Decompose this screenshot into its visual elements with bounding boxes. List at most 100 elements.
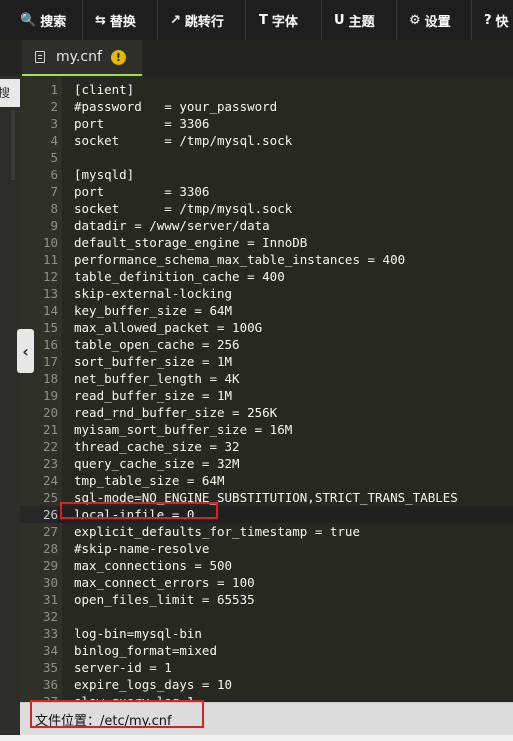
code-line[interactable]: 30 max_connect_errors = 100 — [20, 574, 513, 591]
tab-my-cnf[interactable]: my.cnf ! — [22, 40, 142, 76]
toolbar-theme-button[interactable]: U 主题 — [334, 0, 375, 40]
line-text: sort_buffer_size = 1M — [74, 354, 233, 369]
line-text: skip-external-locking — [74, 286, 233, 301]
line-number: 22 — [42, 439, 58, 454]
font-icon: T — [259, 12, 268, 28]
line-text: max_connections = 500 — [74, 558, 233, 573]
line-text: socket = /tmp/mysql.sock — [74, 133, 293, 148]
line-number: 4 — [50, 133, 58, 148]
line-number: 27 — [42, 524, 58, 539]
toolbar-theme-label: 主题 — [348, 14, 375, 30]
code-line[interactable]: 35 server-id = 1 — [20, 659, 513, 676]
code-line[interactable]: 18 net_buffer_length = 4K — [20, 370, 513, 387]
line-number: 24 — [42, 473, 58, 488]
code-line[interactable]: 10 default_storage_engine = InnoDB — [20, 234, 513, 251]
code-line[interactable]: 31 open_files_limit = 65535 — [20, 591, 513, 608]
line-text: net_buffer_length = 4K — [74, 371, 240, 386]
code-line[interactable]: 11 performance_schema_max_table_instances… — [20, 251, 513, 268]
code-line[interactable]: 24 tmp_table_size = 64M — [20, 472, 513, 489]
sidebar-scrollbar[interactable] — [11, 110, 15, 180]
code-line[interactable]: 1 [client] — [20, 81, 513, 98]
code-line[interactable]: 32 — [20, 608, 513, 625]
toolbar-search-button[interactable]: 🔍 搜索 — [20, 0, 66, 40]
code-line[interactable]: 13 skip-external-locking — [20, 285, 513, 302]
code-line[interactable]: 12 table_definition_cache = 400 — [20, 268, 513, 285]
line-number: 19 — [42, 388, 58, 403]
code-line[interactable]: 22 thread_cache_size = 32 — [20, 438, 513, 455]
toolbar-replace-label: 替换 — [109, 14, 136, 30]
line-number: 8 — [50, 201, 58, 216]
line-number: 20 — [42, 405, 58, 420]
code-line[interactable]: 6 [mysqld] — [20, 166, 513, 183]
code-line[interactable]: 4 socket = /tmp/mysql.sock — [20, 132, 513, 149]
code-line[interactable]: 28 #skip-name-resolve — [20, 540, 513, 557]
toolbar-goto-line-button[interactable]: ↗ 跳转行 — [170, 0, 224, 40]
line-number: 13 — [42, 286, 58, 301]
toolbar-goto-line-label: 跳转行 — [184, 14, 224, 30]
help-icon: ? — [484, 12, 492, 28]
line-number: 23 — [42, 456, 58, 471]
line-text: log-bin=mysql-bin — [74, 626, 202, 641]
line-text: socket = /tmp/mysql.sock — [74, 201, 293, 216]
toolbar-search-label: 搜索 — [40, 14, 67, 30]
line-text: table_definition_cache = 400 — [74, 269, 285, 284]
editor-toolbar: 🔍 搜索 ⇆ 替换 ↗ 跳转行 T 字体 U 主题 ⚙ 设置 ? 快 — [0, 0, 513, 41]
line-number: 3 — [50, 116, 58, 131]
toolbar-shortcuts-label: 快 — [495, 14, 509, 30]
line-number: 11 — [42, 252, 58, 267]
replace-icon: ⇆ — [95, 12, 106, 28]
code-line[interactable]: 20 read_rnd_buffer_size = 256K — [20, 404, 513, 421]
line-text: read_buffer_size = 1M — [74, 388, 233, 403]
code-line[interactable]: 15 max_allowed_packet = 100G — [20, 319, 513, 336]
line-number: 5 — [50, 150, 58, 165]
code-line[interactable]: 16 table_open_cache = 256 — [20, 336, 513, 353]
code-line[interactable]: 14 key_buffer_size = 64M — [20, 302, 513, 319]
line-number: 31 — [42, 592, 58, 607]
line-number: 33 — [42, 626, 58, 641]
code-line[interactable]: 23 query_cache_size = 32M — [20, 455, 513, 472]
code-line[interactable]: 19 read_buffer_size = 1M — [20, 387, 513, 404]
line-text: expire_logs_days = 10 — [74, 677, 233, 692]
line-number: 10 — [42, 235, 58, 250]
annotation-highlight-file-location — [30, 700, 204, 728]
line-text: datadir = /www/server/data — [74, 218, 270, 233]
code-line[interactable]: 34 binlog_format=mixed — [20, 642, 513, 659]
jump-icon: ↗ — [170, 12, 181, 28]
gear-icon: ⚙ — [409, 12, 421, 28]
toolbar-settings-button[interactable]: ⚙ 设置 — [409, 0, 451, 40]
line-text: max_connect_errors = 100 — [74, 575, 255, 590]
sidebar-search-tab[interactable]: 搜索 — [0, 79, 20, 107]
code-lines: 1 [client] 2 #password = your_password 3 port… — [20, 81, 513, 702]
code-line[interactable]: 5 — [20, 149, 513, 166]
code-line[interactable]: 17 sort_buffer_size = 1M — [20, 353, 513, 370]
line-text: query_cache_size = 32M — [74, 456, 240, 471]
code-line[interactable]: 3 port = 3306 — [20, 115, 513, 132]
code-line[interactable]: 9 datadir = /www/server/data — [20, 217, 513, 234]
line-text: binlog_format=mixed — [74, 643, 217, 658]
line-text: performance_schema_max_table_instances =… — [74, 252, 406, 267]
toolbar-shortcuts-button[interactable]: ? 快 — [484, 0, 509, 40]
line-number: 12 — [42, 269, 58, 284]
line-number: 21 — [42, 422, 58, 437]
code-line[interactable]: 27 explicit_defaults_for_timestamp = true — [20, 523, 513, 540]
code-line[interactable]: 29 max_connections = 500 — [20, 557, 513, 574]
line-number: 36 — [42, 677, 58, 692]
line-number: 14 — [42, 303, 58, 318]
line-text: max_allowed_packet = 100G — [74, 320, 263, 335]
line-text: port = 3306 — [74, 184, 210, 199]
line-number: 25 — [42, 490, 58, 505]
code-line[interactable]: 21 myisam_sort_buffer_size = 16M — [20, 421, 513, 438]
line-text: table_open_cache = 256 — [74, 337, 240, 352]
code-line[interactable]: 33 log-bin=mysql-bin — [20, 625, 513, 642]
toolbar-replace-button[interactable]: ⇆ 替换 — [95, 0, 136, 40]
toolbar-settings-label: 设置 — [424, 14, 451, 30]
line-text: [mysqld] — [74, 167, 135, 182]
collapse-sidebar-button[interactable]: ‹ — [17, 329, 34, 373]
code-line[interactable]: 8 socket = /tmp/mysql.sock — [20, 200, 513, 217]
code-line[interactable]: 36 expire_logs_days = 10 — [20, 676, 513, 693]
code-line[interactable]: 7 port = 3306 — [20, 183, 513, 200]
code-editor[interactable]: 1 [client] 2 #password = your_password 3 port… — [20, 76, 513, 702]
code-line[interactable]: 2 #password = your_password — [20, 98, 513, 115]
toolbar-font-button[interactable]: T 字体 — [259, 0, 298, 40]
toolbar-font-label: 字体 — [271, 14, 298, 30]
